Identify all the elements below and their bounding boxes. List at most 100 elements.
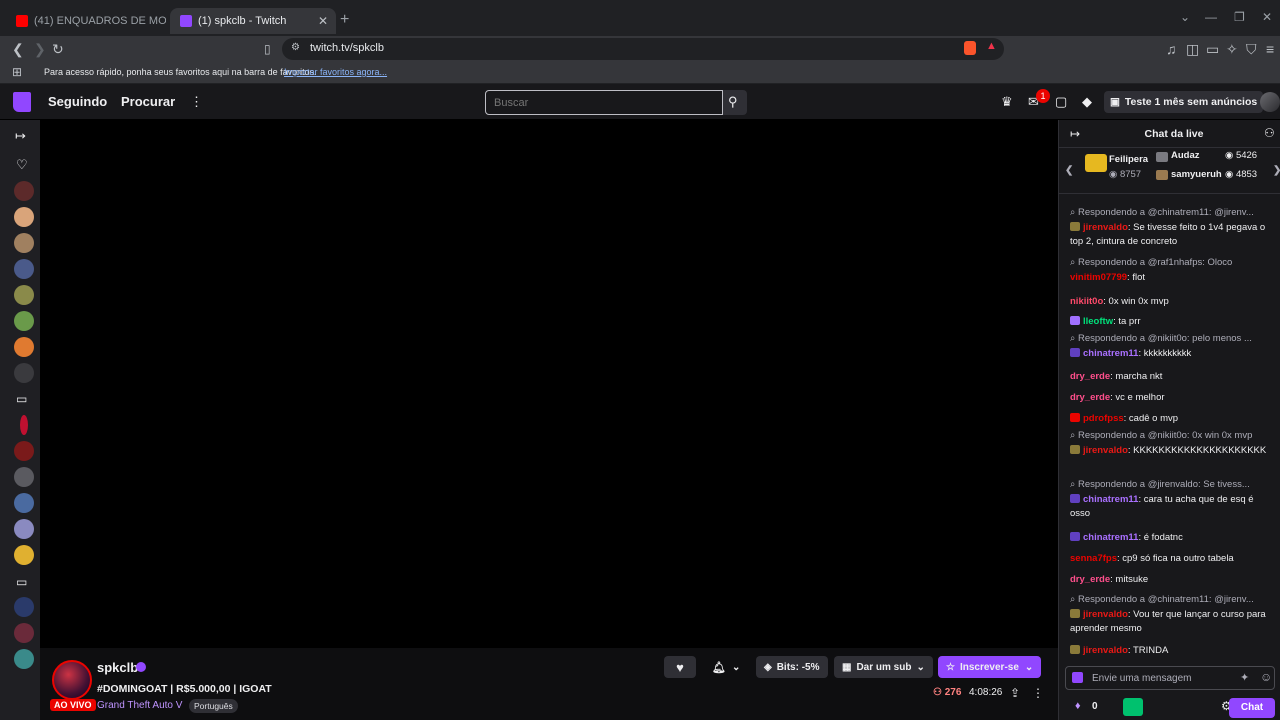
channel-avatar[interactable]	[14, 519, 34, 539]
emote-picker-icon[interactable]: ☺	[1260, 670, 1272, 684]
channel-avatar[interactable]	[14, 181, 34, 201]
chat-username[interactable]: nikiit0o	[1070, 296, 1103, 307]
chat-badge-icon[interactable]	[1070, 316, 1080, 325]
minimize-icon[interactable]: —	[1205, 10, 1217, 24]
chat-username[interactable]: chinatrem11	[1083, 494, 1138, 505]
media-icon[interactable]: ♫	[1166, 40, 1177, 58]
search-button[interactable]: ⚲	[723, 90, 747, 115]
chat-username[interactable]: pdrofpss	[1083, 413, 1124, 424]
tab-search-icon[interactable]: ⌄	[1180, 10, 1190, 24]
address-bar[interactable]: ⚙ twitch.tv/spkclb ▲	[282, 38, 1004, 60]
reply-context[interactable]: ⌕ Respondendo a @raf1nhafps: Oloco	[1070, 256, 1272, 271]
chat-username[interactable]: lleoftw	[1083, 316, 1113, 327]
channel-avatar[interactable]	[14, 311, 34, 331]
twitch-logo-icon[interactable]	[13, 92, 31, 112]
prime-trial-button[interactable]: ▣ Teste 1 mês sem anúncios	[1104, 91, 1264, 113]
close-tab-icon[interactable]: ✕	[318, 14, 328, 28]
chat-username[interactable]: jirenvaldo	[1083, 222, 1128, 233]
reply-context[interactable]: ⌕ Respondendo a @chinatrem11: @jirenv...	[1070, 206, 1272, 221]
chat-username[interactable]: jirenvaldo	[1083, 645, 1128, 656]
reply-context[interactable]: ⌕ Respondendo a @jirenvaldo: Se tivess..…	[1070, 478, 1272, 493]
leader-top-name[interactable]: Feilipera	[1109, 154, 1148, 165]
prime-loot-icon[interactable]: ♛	[1001, 94, 1013, 110]
channel-avatar[interactable]	[14, 545, 34, 565]
chat-username[interactable]: dry_erde	[1070, 392, 1110, 403]
import-bookmarks-link[interactable]: Importar favoritos agora...	[284, 67, 387, 77]
channel-avatar[interactable]	[14, 259, 34, 279]
chat-badge-icon[interactable]	[1070, 493, 1080, 503]
channel-points-icon[interactable]: ♦	[1075, 700, 1081, 712]
reply-context[interactable]: ⌕ Respondendo a @chinatrem11: @jirenv...	[1070, 593, 1272, 608]
chat-badge-icon[interactable]	[1070, 608, 1080, 618]
menu-icon[interactable]: ≡	[1266, 40, 1274, 58]
chat-badge-icon[interactable]	[1070, 444, 1080, 454]
forward-icon[interactable]: ❯	[34, 40, 46, 58]
chat-username[interactable]: jirenvaldo	[1083, 445, 1128, 456]
share-icon[interactable]: ⇪	[1010, 686, 1020, 700]
channel-avatar[interactable]	[14, 363, 34, 383]
chat-badge-icon[interactable]	[1070, 645, 1080, 654]
wallet-icon[interactable]: ▭	[1206, 40, 1219, 58]
channel-avatar[interactable]	[14, 233, 34, 253]
gift-sub-button[interactable]: ▦ Dar um sub ⌄	[834, 656, 933, 678]
chat-username[interactable]: dry_erde	[1070, 574, 1110, 585]
apps-grid-icon[interactable]: ⊞	[12, 65, 22, 79]
nav-following[interactable]: Seguindo	[48, 94, 107, 109]
game-link[interactable]: Grand Theft Auto V	[97, 700, 182, 711]
follow-button[interactable]: ♥	[664, 656, 696, 678]
reply-context[interactable]: ⌕ Respondendo a @nikiit0o: 0x win 0x mvp	[1070, 429, 1272, 444]
chat-input[interactable]: Envie uma mensagem ✦ ☺	[1065, 666, 1275, 690]
vpn-icon[interactable]: ⛉	[1246, 40, 1257, 58]
chat-username[interactable]: dry_erde	[1070, 371, 1110, 382]
reply-context[interactable]: ⌕ Respondendo a @nikiit0o: pelo menos ..…	[1070, 332, 1272, 347]
bookmark-icon[interactable]: ▯	[264, 40, 271, 58]
channel-avatar[interactable]	[14, 467, 34, 487]
more-vertical-icon[interactable]: ⋮	[190, 94, 203, 110]
maximize-icon[interactable]: ❐	[1234, 10, 1245, 24]
extensions-icon[interactable]: ✧	[1226, 40, 1238, 58]
back-icon[interactable]: ❮	[12, 40, 24, 58]
channel-avatar-large[interactable]	[52, 660, 92, 700]
search-input[interactable]	[485, 90, 723, 115]
chat-username[interactable]: senna7fps	[1070, 553, 1117, 564]
expand-sidebar-icon[interactable]: ↦	[15, 128, 26, 144]
bits-button[interactable]: ◈ Bits: -5%	[756, 656, 828, 678]
chat-username[interactable]: chinatrem11	[1083, 348, 1138, 359]
user-avatar[interactable]	[1260, 92, 1280, 112]
chat-badge-icon[interactable]	[1070, 347, 1080, 357]
subscribe-button[interactable]: ☆ Inscrever-se ⌄	[938, 656, 1042, 678]
channel-avatar[interactable]	[14, 623, 34, 643]
whispers-icon[interactable]: ▢	[1055, 94, 1067, 110]
browser-tab-youtube[interactable]: (41) ENQUADROS DE MOTO (EP. 14)	[6, 8, 166, 34]
chat-send-button[interactable]: Chat	[1229, 698, 1275, 718]
channel-avatar[interactable]	[14, 285, 34, 305]
browser-tab-twitch[interactable]: (1) spkclb - Twitch ✕	[170, 8, 336, 34]
chat-badge-icon[interactable]	[1070, 532, 1080, 541]
bits-icon[interactable]: ◆	[1082, 94, 1092, 110]
new-tab-icon[interactable]: +	[340, 11, 349, 29]
gift-icon[interactable]	[1123, 698, 1143, 716]
sidebar-icon[interactable]: ◫	[1186, 40, 1199, 58]
channel-avatar[interactable]	[14, 207, 34, 227]
close-window-icon[interactable]: ✕	[1262, 10, 1272, 24]
reload-icon[interactable]: ↻	[52, 40, 64, 58]
notifications-bell-button[interactable]: 🔔︎ ⌄	[704, 656, 750, 678]
chat-username[interactable]: chinatrem11	[1083, 532, 1138, 543]
channel-avatar[interactable]	[14, 649, 34, 669]
channel-name[interactable]: spkclb	[97, 660, 138, 675]
video-player[interactable]	[40, 120, 1058, 648]
brave-shields-icon[interactable]	[964, 41, 976, 55]
channel-avatar[interactable]	[14, 493, 34, 513]
community-icon[interactable]: ⚇	[1264, 126, 1275, 140]
nav-browse[interactable]: Procurar	[121, 94, 175, 109]
chat-username[interactable]: vinitim07799	[1070, 272, 1127, 283]
chat-badge-icon[interactable]	[1070, 221, 1080, 231]
bits-cheer-icon[interactable]: ✦	[1240, 671, 1249, 684]
leader-name[interactable]: samyueruh	[1171, 169, 1222, 180]
channel-avatar[interactable]	[14, 337, 34, 357]
channel-avatar[interactable]	[20, 415, 28, 435]
site-info-icon[interactable]: ⚙	[291, 42, 300, 53]
channel-avatar[interactable]	[14, 441, 34, 461]
brave-rewards-icon[interactable]: ▲	[986, 40, 997, 52]
leader-name[interactable]: Audaz	[1171, 150, 1200, 161]
